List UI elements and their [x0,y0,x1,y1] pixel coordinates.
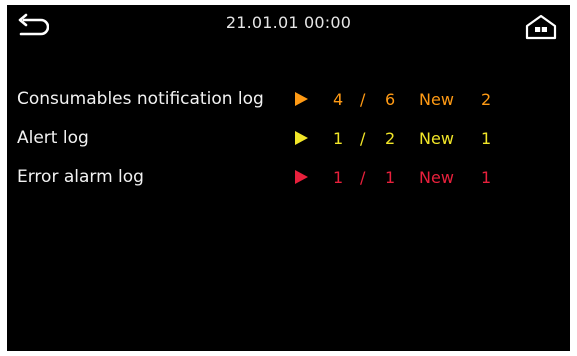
log-new-label: New [419,90,454,109]
log-label: Alert log [17,128,89,148]
log-new-count: 1 [481,168,492,187]
log-current-count: 1 [333,168,344,187]
home-button[interactable] [524,13,558,41]
log-new-count: 1 [481,129,492,148]
log-total-count: 6 [385,90,396,109]
home-icon [525,14,557,40]
log-list: Consumables notification log 4 / 6 New 2… [17,89,557,206]
date-time-display: 21.01.01 00:00 [225,13,352,32]
play-arrow-icon [295,170,308,184]
play-arrow-icon [295,131,308,145]
log-new-label: New [419,129,454,148]
log-separator: / [360,90,366,109]
play-arrow-icon [295,92,308,106]
log-total-count: 2 [385,129,396,148]
display-screen: 21.01.01 00:00 Consumables notification … [7,5,570,351]
log-total-count: 1 [385,168,396,187]
log-new-label: New [419,168,454,187]
log-separator: / [360,168,366,187]
log-separator: / [360,129,366,148]
error-alarm-log-row[interactable]: Error alarm log 1 / 1 New 1 [17,167,557,206]
log-label: Consumables notification log [17,89,264,109]
log-current-count: 1 [333,129,344,148]
log-label: Error alarm log [17,167,144,187]
alert-log-row[interactable]: Alert log 1 / 2 New 1 [17,128,557,167]
log-current-count: 4 [333,90,344,109]
log-new-count: 2 [481,90,492,109]
consumables-notification-log-row[interactable]: Consumables notification log 4 / 6 New 2 [17,89,557,128]
